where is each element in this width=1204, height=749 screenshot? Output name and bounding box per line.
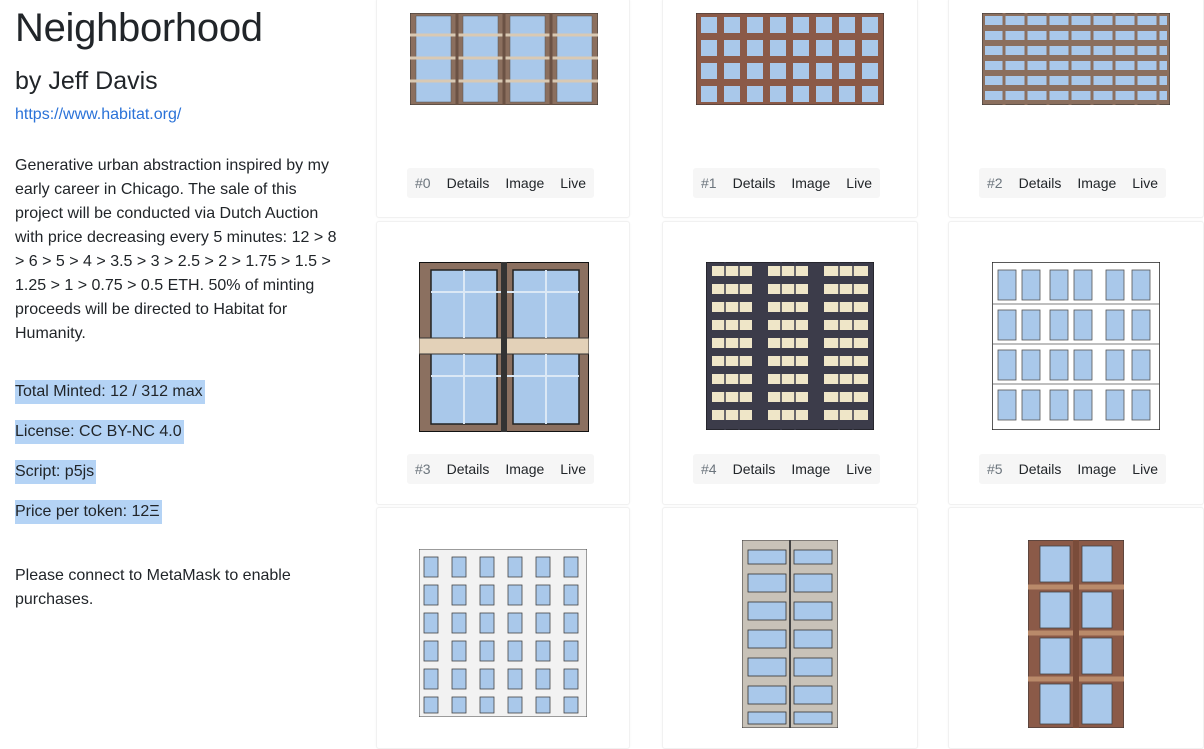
license-info: License: CC BY-NC 4.0 bbox=[15, 420, 184, 444]
token-card-2: #2 Details Image Live bbox=[948, 0, 1204, 218]
token-actions-4: #4 Details Image Live bbox=[693, 454, 880, 484]
token-number: #1 bbox=[701, 175, 717, 191]
project-sidebar: Neighborhood by Jeff Davis https://www.h… bbox=[15, 0, 355, 608]
token-card-6 bbox=[376, 507, 630, 749]
live-button[interactable]: Live bbox=[552, 168, 594, 198]
project-description: Generative urban abstraction inspired by… bbox=[15, 157, 337, 342]
token-actions-3: #3 Details Image Live bbox=[407, 454, 594, 484]
project-url-link[interactable]: https://www.habitat.org/ bbox=[15, 106, 355, 124]
token-number: #5 bbox=[987, 461, 1003, 477]
token-card-8 bbox=[948, 507, 1204, 749]
token-card-7 bbox=[662, 507, 918, 749]
details-button[interactable]: Details bbox=[1011, 454, 1070, 484]
live-button[interactable]: Live bbox=[1124, 168, 1166, 198]
image-button[interactable]: Image bbox=[497, 454, 552, 484]
token-number: #3 bbox=[415, 461, 431, 477]
token-actions-1: #1 Details Image Live bbox=[693, 168, 880, 198]
metamask-note: Please connect to MetaMask to enable pur… bbox=[15, 567, 291, 608]
image-button[interactable]: Image bbox=[783, 168, 838, 198]
token-artwork-1[interactable] bbox=[696, 13, 884, 105]
live-button[interactable]: Live bbox=[838, 168, 880, 198]
image-button[interactable]: Image bbox=[1069, 168, 1124, 198]
details-button[interactable]: Details bbox=[725, 168, 784, 198]
details-button[interactable]: Details bbox=[439, 168, 498, 198]
details-button[interactable]: Details bbox=[1011, 168, 1070, 198]
token-artwork-0[interactable] bbox=[410, 13, 598, 105]
token-card-0: #0 Details Image Live bbox=[376, 0, 630, 218]
token-artwork-2[interactable] bbox=[982, 13, 1170, 105]
total-minted: Total Minted: 12 / 312 max bbox=[15, 380, 205, 404]
token-artwork-6[interactable] bbox=[419, 549, 587, 717]
live-button[interactable]: Live bbox=[838, 454, 880, 484]
token-card-4: #4 Details Image Live bbox=[662, 221, 918, 505]
price-info: Price per token: 12Ξ bbox=[15, 500, 162, 524]
token-number: #2 bbox=[987, 175, 1003, 191]
token-card-3: #3 Details Image Live bbox=[376, 221, 630, 505]
project-title: Neighborhood bbox=[15, 6, 263, 50]
token-artwork-7[interactable] bbox=[742, 540, 838, 728]
details-button[interactable]: Details bbox=[725, 454, 784, 484]
project-artist: by Jeff Davis bbox=[15, 67, 158, 95]
live-button[interactable]: Live bbox=[552, 454, 594, 484]
token-artwork-3[interactable] bbox=[419, 262, 589, 432]
token-card-1: #1 Details Image Live bbox=[662, 0, 918, 218]
token-artwork-5[interactable] bbox=[992, 262, 1160, 430]
token-card-5: #5 Details Image Live bbox=[948, 221, 1204, 505]
token-number: #0 bbox=[415, 175, 431, 191]
image-button[interactable]: Image bbox=[1069, 454, 1124, 484]
token-artwork-4[interactable] bbox=[706, 262, 874, 430]
image-button[interactable]: Image bbox=[783, 454, 838, 484]
token-actions-0: #0 Details Image Live bbox=[407, 168, 594, 198]
details-button[interactable]: Details bbox=[439, 454, 498, 484]
token-number: #4 bbox=[701, 461, 717, 477]
image-button[interactable]: Image bbox=[497, 168, 552, 198]
live-button[interactable]: Live bbox=[1124, 454, 1166, 484]
script-info: Script: p5js bbox=[15, 460, 97, 484]
token-artwork-8[interactable] bbox=[1028, 540, 1124, 728]
token-actions-2: #2 Details Image Live bbox=[979, 168, 1166, 198]
token-actions-5: #5 Details Image Live bbox=[979, 454, 1166, 484]
